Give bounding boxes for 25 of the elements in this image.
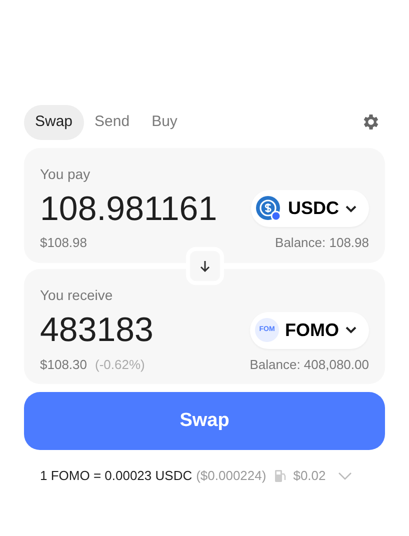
- swap-direction-button[interactable]: [186, 246, 224, 285]
- swap-button[interactable]: Swap: [24, 392, 385, 450]
- amount-input[interactable]: 108.981161: [40, 188, 218, 230]
- tab[interactable]: Buy: [140, 105, 188, 140]
- usdc-token-icon: [256, 196, 282, 222]
- rate-usd-value: ($0.000224): [196, 467, 266, 486]
- balance-text: Balance: 408,080.00: [250, 356, 369, 374]
- amount-input[interactable]: 483183: [40, 310, 154, 351]
- balance-text: Balance: 108.98: [275, 234, 369, 252]
- panel-label: You receive: [40, 286, 114, 305]
- gas-fee: $0.02: [293, 467, 326, 486]
- tab[interactable]: Send: [84, 105, 141, 140]
- gas-pump-icon: [274, 468, 288, 483]
- chevron-down-icon[interactable]: [338, 472, 352, 480]
- settings-icon[interactable]: [361, 112, 381, 132]
- tab[interactable]: Swap: [24, 105, 84, 140]
- chevron-down-icon: [345, 204, 357, 213]
- usd-value: $108.30: [40, 356, 87, 374]
- panel-label: You pay: [40, 164, 92, 184]
- price-impact: (-0.62%): [95, 356, 145, 374]
- arrow-down-icon: [198, 260, 210, 272]
- usd-value: $108.98: [40, 234, 87, 252]
- token-selector[interactable]: USDC: [250, 190, 369, 228]
- chevron-down-icon: [345, 326, 357, 334]
- exchange-rate: 1 FOMO = 0.00023 USDC: [40, 467, 192, 486]
